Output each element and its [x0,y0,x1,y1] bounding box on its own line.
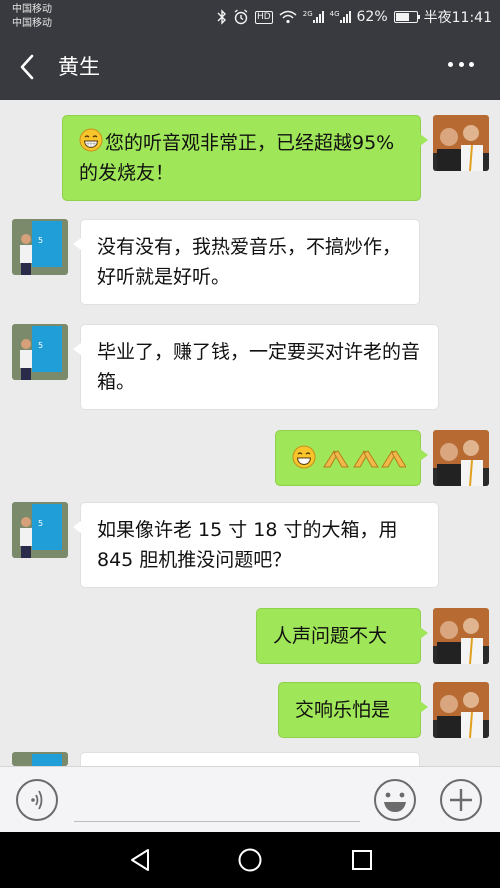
carrier-label-1: 中国移动 [12,4,52,15]
more-dot-icon [458,62,464,67]
back-button[interactable] [14,50,44,84]
message-text: 如果像许老 15 寸 18 寸的大箱，用 845 胆机推没问题吧？ [97,519,398,571]
my-avatar[interactable] [433,608,489,664]
signal-icon-1 [312,11,324,23]
message-list[interactable]: 您的听音观非常正，已经超越95% 的发烧友！ 5 没有没有，我热爱音乐，不搞炒作… [0,100,500,766]
system-back-button[interactable] [126,846,154,874]
emoji-button[interactable] [372,777,418,823]
status-indicators: HD 2G 4G 62% 半夜11:41 [217,7,492,27]
system-home-button[interactable] [236,846,264,874]
more-dot-icon [469,62,474,67]
wifi-icon [279,10,297,24]
message-bubble-sent[interactable] [275,430,428,486]
signal-group-1: 2G [303,11,324,23]
recents-square-icon [352,850,372,870]
back-triangle-icon [131,849,149,871]
my-avatar[interactable] [433,115,489,171]
message-bubble-sent[interactable]: 您的听音观非常正，已经超越95% 的发烧友！ [62,115,428,201]
system-navigation-bar [0,832,500,888]
my-avatar[interactable] [433,430,489,486]
svg-text:5: 5 [38,341,43,350]
status-bar: 中国移动 中国移动 HD 2G 4G 62% 半夜11:41 [0,0,500,34]
contact-avatar[interactable] [12,752,68,766]
hd-voice-badge: HD [255,10,273,24]
carrier-label-2: 中国移动 [12,18,52,29]
contact-avatar[interactable]: 5 [12,324,68,380]
signal-group-2: 4G [330,11,351,23]
plus-icon [440,779,482,821]
message-text: 交响乐怕是 [295,699,391,721]
smiley-icon [374,779,416,821]
grin-emoji-icon [79,128,103,152]
voice-icon [31,790,43,810]
message-bubble-sent[interactable]: 交响乐怕是 [278,682,428,738]
battery-icon [393,11,420,23]
alarm-icon [234,9,248,25]
contact-avatar[interactable]: 5 [12,502,68,558]
signal-icon-2 [339,11,351,23]
chat-header: 黄生 [0,34,500,100]
more-functions-button[interactable] [438,777,484,823]
clock: 半夜11:41 [423,10,492,26]
chevron-left-icon [20,54,34,80]
message-text: 没有没有，我热爱音乐，不搞炒作，好听就是好听。 [97,236,402,288]
bluetooth-icon [217,9,227,25]
voice-input-button[interactable] [16,779,58,821]
my-avatar[interactable] [433,682,489,738]
network-type-2: 4G [329,10,340,18]
network-type-1: 2G [302,10,313,18]
more-dot-icon [448,62,453,67]
svg-text:5: 5 [38,519,43,528]
contact-avatar[interactable]: 5 [12,219,68,275]
grin-and-praying-hands-icon [292,445,407,469]
more-options-button[interactable] [448,62,474,70]
battery-percent: 62% [356,9,388,25]
message-bubble-received[interactable] [80,752,420,766]
battery-fill [395,13,410,21]
message-bubble-received[interactable]: 毕业了，赚了钱，一定要买对许老的音箱。 [73,324,439,410]
chat-title: 黄生 [58,55,100,79]
system-recents-button[interactable] [348,846,376,874]
message-bubble-received[interactable]: 如果像许老 15 寸 18 寸的大箱，用 845 胆机推没问题吧？ [73,502,439,588]
message-text: 毕业了，赚了钱，一定要买对许老的音箱。 [97,341,421,393]
message-bubble-sent[interactable]: 人声问题不大 [256,608,428,664]
svg-text:5: 5 [38,236,43,245]
message-input[interactable] [74,777,360,822]
input-bar [0,766,500,833]
message-bubble-received[interactable]: 没有没有，我热爱音乐，不搞炒作，好听就是好听。 [73,219,420,305]
home-circle-icon [238,848,262,872]
message-text: 您的听音观非常正，已经超越95% 的发烧友！ [79,132,395,184]
message-text: 人声问题不大 [273,625,388,647]
